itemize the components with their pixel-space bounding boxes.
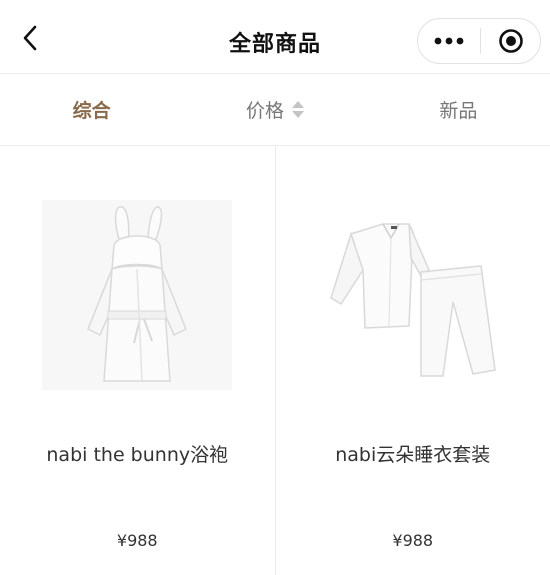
tab-comprehensive[interactable]: 综合 (0, 74, 183, 145)
sort-tabs: 综合 价格 新品 (0, 74, 550, 146)
more-button[interactable] (418, 19, 480, 63)
product-image-pajama-set[interactable] (317, 200, 508, 390)
sort-arrows-icon (292, 101, 304, 118)
product-image-bunny-robe[interactable] (42, 200, 233, 390)
product-card[interactable]: nabi云朵睡衣套装 ¥988 (276, 146, 550, 575)
product-card[interactable]: nabi the bunny浴袍 ¥988 (0, 146, 275, 575)
tab-new-arrivals[interactable]: 新品 (367, 74, 550, 145)
product-price: ¥988 (392, 531, 434, 550)
product-name: nabi云朵睡衣套装 (335, 444, 491, 466)
close-button[interactable] (481, 19, 540, 63)
tab-price[interactable]: 价格 (183, 74, 366, 145)
mini-program-capsule (417, 18, 541, 64)
more-dots-icon (434, 37, 464, 45)
product-grid: nabi the bunny浴袍 ¥988 nabi云朵睡衣套装 ¥988 (0, 146, 550, 575)
tab-label: 价格 (245, 100, 284, 122)
tab-label: 综合 (72, 100, 111, 122)
product-name: nabi the bunny浴袍 (46, 444, 229, 466)
target-close-icon (498, 29, 523, 53)
product-price: ¥988 (116, 531, 158, 550)
navigation-bar: 全部商品 (0, 0, 550, 74)
tab-label: 新品 (439, 100, 478, 122)
